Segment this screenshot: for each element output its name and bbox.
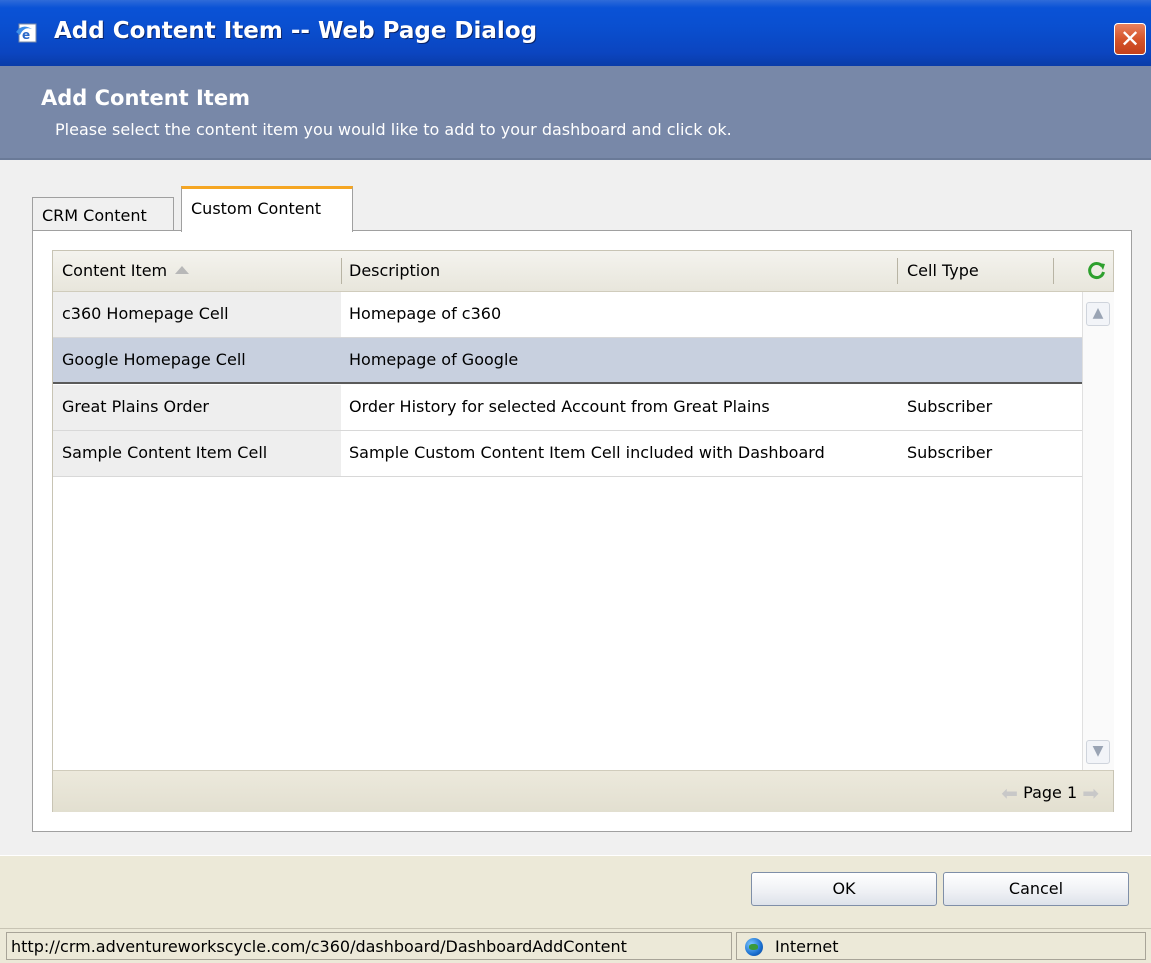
status-url: http://crm.adventureworkscycle.com/c360/…	[11, 937, 627, 956]
table-row[interactable]: c360 Homepage Cell Homepage of c360	[53, 292, 1082, 338]
column-divider[interactable]	[1053, 258, 1054, 284]
title-bar[interactable]: e Add Content Item -- Web Page Dialog ✕	[0, 0, 1151, 66]
page-next-icon[interactable]: ➡	[1082, 781, 1099, 805]
internet-globe-icon	[745, 938, 763, 956]
dialog-window: e Add Content Item -- Web Page Dialog ✕ …	[0, 0, 1151, 963]
refresh-icon[interactable]	[1087, 261, 1107, 281]
ie-page-icon: e	[16, 23, 37, 43]
pager: ⬅ Page 1 ➡	[1001, 781, 1099, 805]
header-title: Add Content Item	[41, 86, 250, 110]
tab-crm-content[interactable]: CRM Content	[32, 197, 174, 231]
cell-content-item: Google Homepage Cell	[62, 350, 246, 369]
status-url-pane: http://crm.adventureworkscycle.com/c360/…	[6, 932, 732, 960]
cancel-button[interactable]: Cancel	[943, 872, 1129, 906]
cell-description: Homepage of Google	[349, 350, 519, 369]
svg-text:e: e	[22, 28, 30, 42]
column-header-cell-type[interactable]: Cell Type	[907, 261, 979, 280]
status-bar: http://crm.adventureworkscycle.com/c360/…	[0, 928, 1151, 963]
cell-content-item: Sample Content Item Cell	[62, 443, 268, 462]
table-row-selected[interactable]: Google Homepage Cell Homepage of Google	[53, 338, 1082, 384]
dialog-header: Add Content Item Please select the conte…	[0, 66, 1151, 160]
column-divider[interactable]	[897, 258, 898, 284]
close-icon: ✕	[1119, 25, 1141, 53]
cell-description: Order History for selected Account from …	[349, 397, 770, 416]
table-row[interactable]: Sample Content Item Cell Sample Custom C…	[53, 431, 1082, 477]
column-header-description[interactable]: Description	[349, 261, 440, 280]
page-prev-icon[interactable]: ⬅	[1001, 781, 1018, 805]
ok-button[interactable]: OK	[751, 872, 937, 906]
table-row[interactable]: Great Plains Order Order History for sel…	[53, 385, 1082, 431]
vertical-scrollbar[interactable]: ▲ ▼	[1082, 292, 1114, 770]
column-header-content-item[interactable]: Content Item	[62, 261, 190, 280]
grid-header: Content Item Description Cell Type	[53, 251, 1113, 292]
close-button[interactable]: ✕	[1114, 23, 1146, 55]
scroll-up-button[interactable]: ▲	[1086, 302, 1110, 326]
tab-custom-content[interactable]: Custom Content	[181, 186, 353, 232]
cell-description: Sample Custom Content Item Cell included…	[349, 443, 825, 462]
cell-description: Homepage of c360	[349, 304, 502, 323]
column-divider[interactable]	[341, 258, 342, 284]
window-title: Add Content Item -- Web Page Dialog	[54, 18, 538, 44]
page-label: Page 1	[1023, 783, 1078, 802]
column-label: Content Item	[62, 261, 168, 280]
sort-ascending-icon	[175, 266, 190, 274]
scroll-down-button[interactable]: ▼	[1086, 740, 1110, 764]
scroll-down-icon: ▼	[1092, 743, 1104, 759]
cell-content-item: Great Plains Order	[62, 397, 210, 416]
cell-type: Subscriber	[907, 443, 993, 462]
grid-footer: ⬅ Page 1 ➡	[53, 770, 1113, 812]
cell-type: Subscriber	[907, 397, 993, 416]
status-zone: Internet	[775, 937, 839, 956]
header-subtitle: Please select the content item you would…	[55, 120, 732, 139]
cell-content-item: c360 Homepage Cell	[62, 304, 229, 323]
scroll-up-icon: ▲	[1092, 305, 1104, 321]
content-grid: Content Item Description Cell Type c360 …	[52, 250, 1114, 812]
status-zone-pane: Internet	[736, 932, 1146, 960]
